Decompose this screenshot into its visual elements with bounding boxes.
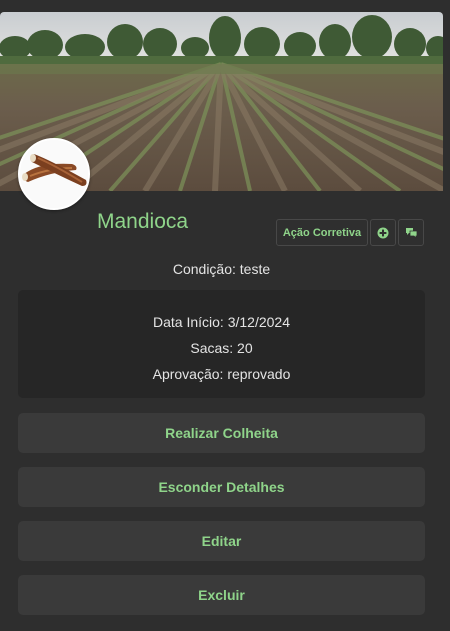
crop-title: Mandioca: [97, 210, 189, 233]
plus-circle-icon: [377, 227, 389, 238]
chat-button[interactable]: [398, 219, 424, 246]
action-row: Ação Corretiva: [276, 219, 424, 246]
delete-button[interactable]: Excluir: [18, 575, 425, 615]
hide-details-button[interactable]: Esconder Detalhes: [18, 467, 425, 507]
chat-icon: [405, 227, 417, 239]
crop-avatar: [18, 138, 90, 210]
crop-card: Mandioca Ação Corretiva Condição: teste …: [0, 0, 450, 631]
condition-text: Condição: teste: [172, 261, 271, 277]
edit-button[interactable]: Editar: [18, 521, 425, 561]
start-date: Data Início: 3/12/2024: [153, 314, 290, 330]
bags-count: Sacas: 20: [190, 340, 253, 356]
harvest-button[interactable]: Realizar Colheita: [18, 413, 425, 453]
corrective-action-button[interactable]: Ação Corretiva: [276, 219, 368, 246]
details-panel: Data Início: 3/12/2024 Sacas: 20 Aprovaç…: [18, 290, 425, 398]
approval-status: Aprovação: reprovado: [152, 366, 291, 382]
add-button[interactable]: [370, 219, 396, 246]
